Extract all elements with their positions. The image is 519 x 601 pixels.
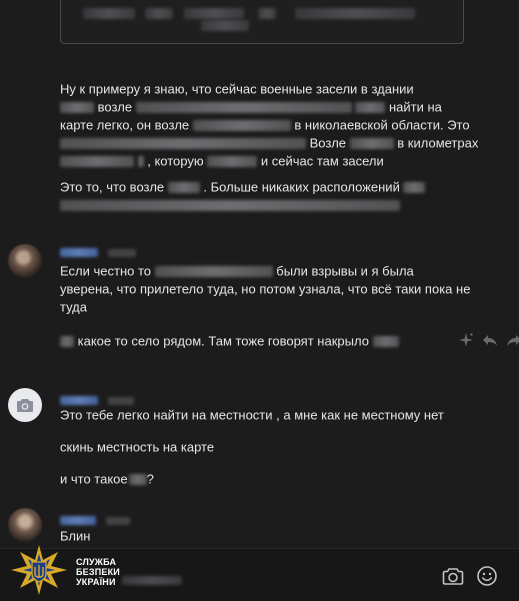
- avatar[interactable]: [8, 388, 42, 422]
- message-line: и что такое: [60, 471, 128, 487]
- redacted-text: [294, 8, 415, 20]
- camera-icon[interactable]: [441, 564, 465, 588]
- camera-icon: [17, 399, 33, 412]
- redacted-text: [154, 266, 273, 278]
- redacted-text: [258, 8, 277, 20]
- sbu-emblem-logo: [10, 544, 68, 601]
- message-text: Ну к примеру я знаю, что сейчас военные …: [60, 80, 478, 214]
- message-actions: [458, 332, 519, 348]
- message-line: найти на: [388, 99, 442, 115]
- message-line: Это тебе легко найти на местности , а мн…: [60, 407, 444, 423]
- message-input[interactable]: [122, 572, 182, 590]
- redacted-text: [167, 182, 200, 194]
- wordmark-line: БЕЗПЕКИ: [76, 567, 120, 577]
- message-time: [106, 516, 131, 525]
- redacted-text: [60, 156, 134, 168]
- message-line: Ну к примеру я знаю, что сейчас военные …: [60, 81, 414, 97]
- message-header: [60, 244, 142, 262]
- message-line: туда: [60, 299, 87, 315]
- message-time: [108, 396, 135, 405]
- wordmark-line: СЛУЖБА: [76, 557, 117, 567]
- redacted-text: [60, 138, 306, 150]
- message-line: скинь местность на карте: [60, 439, 215, 455]
- quoted-message: [60, 0, 464, 44]
- redacted-text: [60, 200, 400, 212]
- redacted-text: [60, 336, 74, 348]
- redacted-text: [349, 138, 394, 150]
- redacted-text: [60, 102, 94, 114]
- sender-name[interactable]: [60, 396, 98, 406]
- message-line: и сейчас там засели: [260, 153, 384, 169]
- redacted-text: [201, 20, 249, 32]
- message-line: Если честно то: [60, 263, 151, 279]
- message-line: ?: [146, 471, 154, 487]
- share-icon[interactable]: [506, 332, 519, 348]
- message-line: в николаевской области. Это: [294, 117, 470, 133]
- message-line: в километрах: [397, 135, 479, 151]
- sender-name[interactable]: [60, 248, 98, 258]
- avatar[interactable]: [8, 508, 42, 542]
- reply-icon[interactable]: [482, 332, 498, 348]
- redacted-text: [128, 474, 147, 486]
- message-line: Блин: [60, 528, 91, 544]
- redacted-text: [192, 120, 291, 132]
- message-line: , которую: [147, 153, 204, 169]
- redacted-text: [83, 8, 135, 20]
- sbu-wordmark: СЛУЖБА БЕЗПЕКИ УКРАЇНИ: [76, 557, 120, 587]
- message-line: уверена, что прилетело туда, но потом уз…: [60, 281, 471, 297]
- redacted-text: [207, 156, 258, 168]
- redacted-text: [403, 182, 426, 194]
- sender-name[interactable]: [60, 516, 96, 526]
- message-text: Если честно то были взрывы и я была увер…: [60, 262, 470, 350]
- message-line: возле: [97, 99, 133, 115]
- redacted-text: [137, 156, 144, 168]
- redacted-text: [135, 102, 352, 114]
- message-line: были взрывы и я была: [276, 263, 414, 279]
- message-line: какое то село рядом. Там тоже говорят на…: [77, 333, 369, 349]
- wordmark-line: УКРАЇНИ: [76, 577, 116, 587]
- redacted-text: [372, 336, 399, 348]
- message-text: Блин: [60, 527, 90, 545]
- message-text: Это тебе легко найти на местности , а мн…: [60, 406, 444, 488]
- emoji-icon[interactable]: [475, 564, 499, 588]
- message-line: Возле: [309, 135, 347, 151]
- message-line: . Больше никаких расположений: [203, 179, 400, 195]
- message-line: карте легко, он возле: [60, 117, 190, 133]
- avatar[interactable]: [8, 244, 42, 278]
- redacted-text: [122, 576, 182, 586]
- message-line: Это то, что возле: [60, 179, 165, 195]
- redacted-text: [145, 8, 174, 20]
- message-time: [108, 248, 137, 257]
- sparkle-icon[interactable]: [458, 332, 474, 348]
- redacted-text: [355, 102, 386, 114]
